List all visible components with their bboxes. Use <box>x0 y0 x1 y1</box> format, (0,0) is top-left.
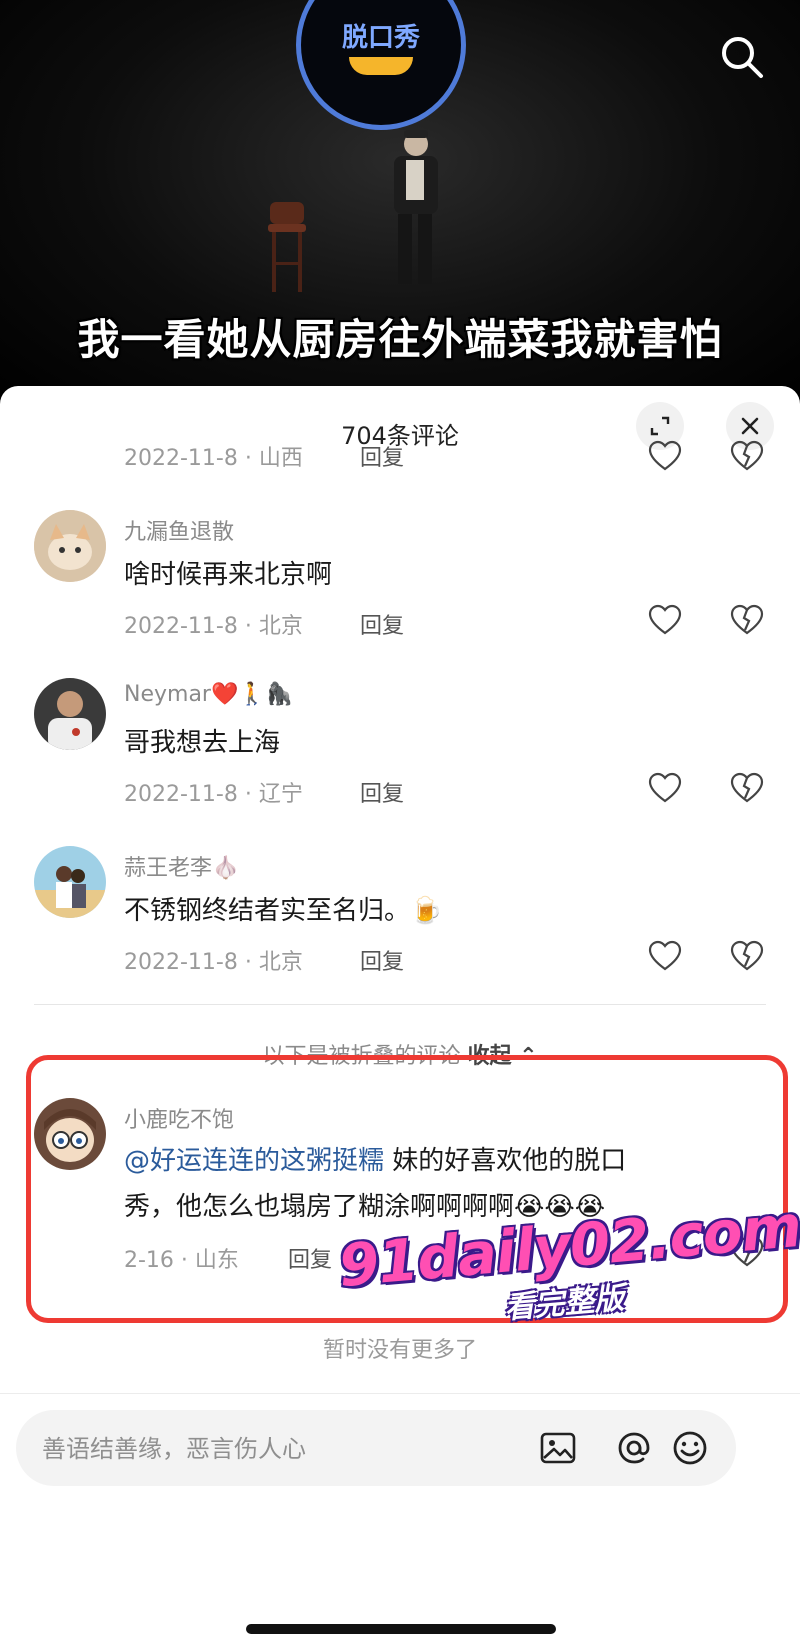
comment-date: 2022-11-8 · 辽宁 <box>124 782 303 807</box>
comment-username[interactable]: 九漏鱼退散 <box>124 514 234 546</box>
dislike-heart-icon[interactable] <box>730 604 764 636</box>
no-more-notice: 暂时没有更多了 <box>322 1338 477 1363</box>
comment-username[interactable]: Neymar❤️🚶🦍 <box>124 682 293 707</box>
show-logo: 脱口秀 <box>296 0 466 130</box>
comment-username[interactable]: 蒜王老李🧄 <box>124 850 239 882</box>
avatar[interactable] <box>34 846 106 918</box>
comment-text: 哥我想去上海 <box>124 728 281 758</box>
video-subtitle: 我一看她从厨房往外端菜我就害怕 <box>77 315 723 364</box>
comment-date: 2022-11-8 · 北京 <box>124 950 303 975</box>
comment-date: 2022-11-8 · 北京 <box>124 614 303 639</box>
dislike-heart-icon[interactable] <box>730 772 764 804</box>
avatar[interactable] <box>34 510 106 582</box>
home-indicator[interactable] <box>246 1624 556 1634</box>
at-mention-icon[interactable] <box>614 1428 654 1468</box>
search-icon[interactable] <box>717 32 767 82</box>
input-bar-divider <box>0 1393 800 1394</box>
emoji-icon[interactable] <box>670 1428 710 1468</box>
reply-button[interactable]: 回复 <box>360 944 404 976</box>
reply-button[interactable]: 回复 <box>288 1242 332 1274</box>
comment-text: 不锈钢终结者实至名归。🍺 <box>124 896 443 926</box>
show-logo-smile <box>349 57 413 75</box>
comment-date: 2022-11-8 · 山西 <box>124 446 303 471</box>
comment-date: 2-16 · 山东 <box>124 1248 239 1273</box>
close-icon <box>741 417 759 435</box>
divider <box>34 1004 766 1005</box>
video-player[interactable]: 脱口秀 我一看她从厨房往外端菜我就害怕 <box>0 0 800 400</box>
image-icon[interactable] <box>538 1428 578 1468</box>
like-heart-icon[interactable] <box>648 940 682 972</box>
avatar[interactable] <box>34 678 106 750</box>
stool-graphic <box>268 202 306 292</box>
like-heart-icon[interactable] <box>648 772 682 804</box>
reply-button[interactable]: 回复 <box>360 440 404 472</box>
comment-username[interactable]: 小鹿吃不饱 <box>124 1102 234 1134</box>
show-logo-text: 脱口秀 <box>341 23 420 53</box>
dislike-heart-icon[interactable] <box>730 940 764 972</box>
reply-button[interactable]: 回复 <box>360 776 404 808</box>
comedian-figure <box>394 130 438 284</box>
like-heart-icon[interactable] <box>648 604 682 636</box>
comment-input[interactable] <box>40 1410 484 1488</box>
comment-text: @好运连连的这粥挺糯 妹的好喜欢他的脱口 <box>124 1140 626 1182</box>
expand-icon <box>650 416 670 436</box>
avatar[interactable] <box>34 1098 106 1170</box>
mention-link[interactable]: @好运连连的这粥挺糯 <box>124 1146 384 1176</box>
comment-text: 啥时候再来北京啊 <box>124 560 333 590</box>
comment-text-part: 妹的好喜欢他的脱口 <box>384 1146 627 1176</box>
like-heart-icon[interactable] <box>648 440 682 472</box>
comment-input-bar <box>16 1410 736 1488</box>
dislike-heart-icon[interactable] <box>730 440 764 472</box>
reply-button[interactable]: 回复 <box>360 608 404 640</box>
